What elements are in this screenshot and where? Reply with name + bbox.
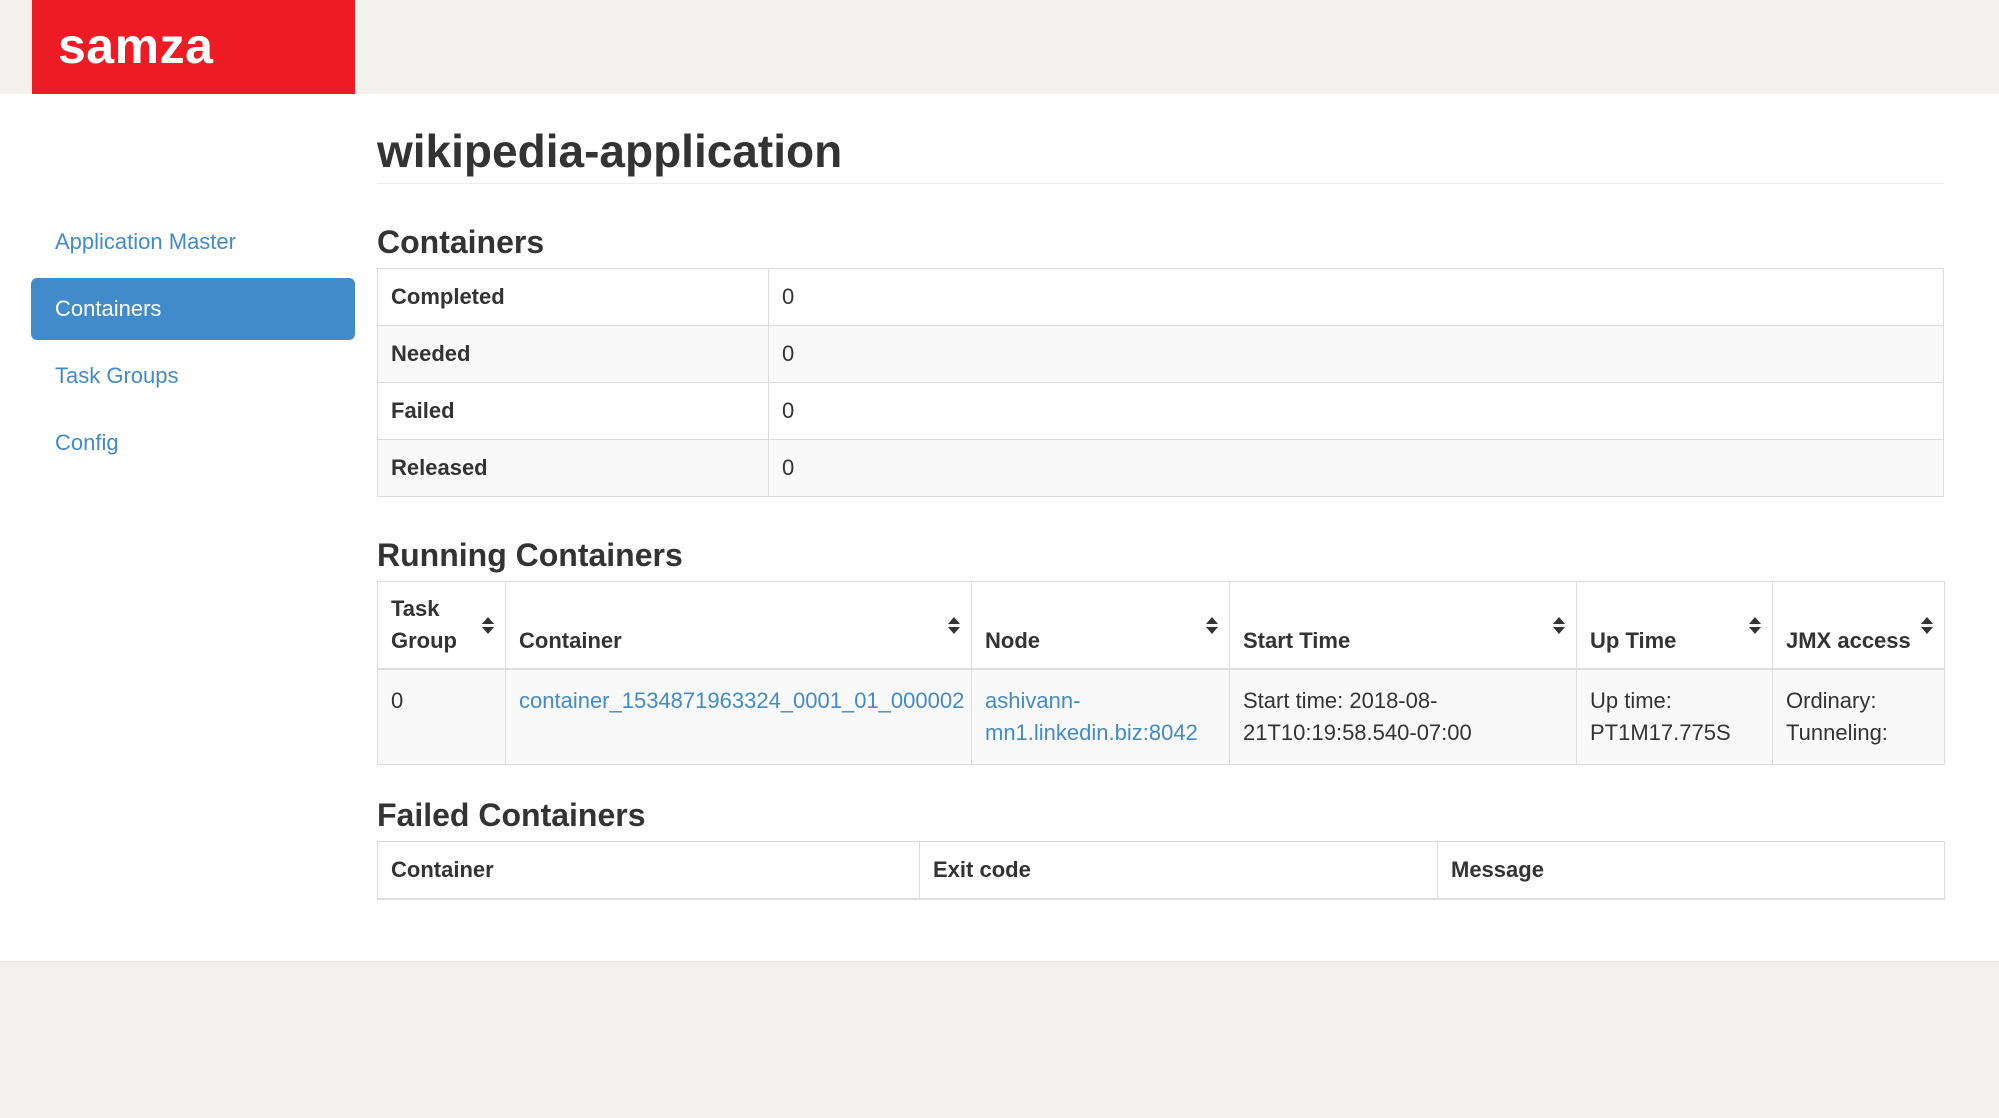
column-header-up-time[interactable]: Up Time [1577,582,1773,670]
sidebar-nav: Application Master Containers Task Group… [31,211,355,479]
task-group-cell: 0 [378,669,506,765]
page-title: wikipedia-application [377,126,1944,184]
container-link[interactable]: container_1534871963324_0001_01_000002 [519,688,964,713]
column-header-task-group[interactable]: Task Group [378,582,506,670]
sort-icon[interactable] [1206,617,1218,634]
failed-containers-heading: Failed Containers [377,797,1944,833]
summary-label: Released [378,440,769,497]
container-cell: container_1534871963324_0001_01_000002 [506,669,972,765]
column-header-container[interactable]: Container [506,582,972,670]
running-container-row: 0 container_1534871963324_0001_01_000002… [378,669,1945,765]
table-row: Completed 0 [378,269,1944,326]
column-header-jmx-access[interactable]: JMX access [1773,582,1945,670]
column-header-failed-container: Container [378,842,920,900]
table-row: Needed 0 [378,326,1944,383]
column-header-label: Node [985,628,1040,653]
sidebar-item-label: Containers [55,296,161,321]
column-header-label: Task Group [391,596,457,653]
main-content: wikipedia-application Containers Complet… [377,117,1944,900]
samza-logo: samza [32,0,355,94]
sidebar-item-label: Task Groups [55,363,179,388]
running-containers-table: Task Group Container Node Start Time [377,581,1945,765]
sidebar-item-containers[interactable]: Containers [31,278,355,340]
column-header-label: Container [519,628,622,653]
column-header-start-time[interactable]: Start Time [1230,582,1577,670]
sidebar-item-label: Application Master [55,229,236,254]
jmx-access-cell: Ordinary: Tunneling: [1773,669,1945,765]
column-header-label: Exit code [933,857,1031,882]
summary-value: 0 [769,326,1944,383]
table-row: Released 0 [378,440,1944,497]
summary-value: 0 [769,383,1944,440]
column-header-node[interactable]: Node [972,582,1230,670]
sort-icon[interactable] [948,617,960,634]
sort-icon[interactable] [1921,617,1933,634]
column-header-label: Message [1451,857,1544,882]
footer-band [0,961,1999,1118]
node-link[interactable]: ashivann-mn1.linkedin.biz:8042 [985,688,1198,745]
column-header-label: JMX access [1786,628,1911,653]
content-area: Application Master Containers Task Group… [0,94,1999,961]
summary-label: Needed [378,326,769,383]
containers-section-heading: Containers [377,224,1944,260]
sidebar-item-config[interactable]: Config [31,412,355,474]
running-containers-heading: Running Containers [377,537,1944,573]
sort-icon[interactable] [482,617,494,634]
column-header-exit-code: Exit code [920,842,1438,900]
containers-summary-table: Completed 0 Needed 0 Failed 0 Released 0 [377,268,1944,497]
sort-icon[interactable] [1553,617,1565,634]
table-header-row: Task Group Container Node Start Time [378,582,1945,670]
sort-icon[interactable] [1749,617,1761,634]
summary-label: Completed [378,269,769,326]
table-header-row: Container Exit code Message [378,842,1945,900]
node-cell: ashivann-mn1.linkedin.biz:8042 [972,669,1230,765]
sidebar-item-label: Config [55,430,119,455]
sidebar-item-application-master[interactable]: Application Master [31,211,355,273]
column-header-label: Start Time [1243,628,1350,653]
table-row: Failed 0 [378,383,1944,440]
summary-value: 0 [769,269,1944,326]
summary-label: Failed [378,383,769,440]
up-time-cell: Up time: PT1M17.775S [1577,669,1773,765]
column-header-label: Container [391,857,494,882]
summary-value: 0 [769,440,1944,497]
sidebar-item-task-groups[interactable]: Task Groups [31,345,355,407]
column-header-message: Message [1438,842,1945,900]
samza-logo-text: samza [58,18,213,74]
failed-containers-table: Container Exit code Message [377,841,1945,900]
column-header-label: Up Time [1590,628,1676,653]
top-band: samza [0,0,1999,94]
start-time-cell: Start time: 2018-08-21T10:19:58.540-07:0… [1230,669,1577,765]
